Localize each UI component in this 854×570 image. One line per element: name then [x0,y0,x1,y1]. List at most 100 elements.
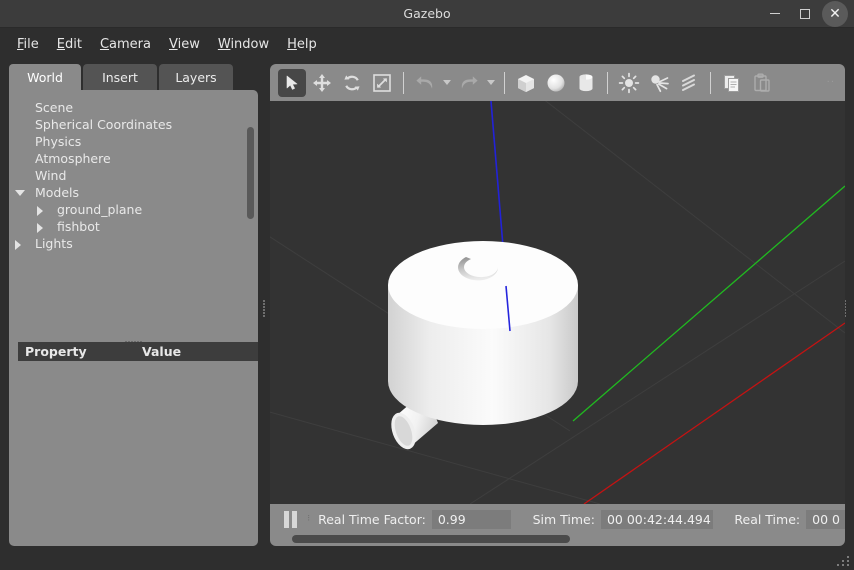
menu-edit[interactable]: Edit [48,34,91,55]
cursor-arrow-icon [283,74,301,92]
status-horizontal-scrollbar[interactable] [282,535,833,543]
box-icon [515,72,537,94]
tree-item-physics[interactable]: Physics [9,133,258,150]
gazebo-window: Gazebo ✕ File Edit Camera View Window He… [0,0,854,570]
value-column-header: Value [142,342,181,361]
tree-item-label: Models [35,184,79,201]
paste-icon [751,72,773,94]
window-resize-grip[interactable] [837,556,850,566]
rotate-arrows-icon [342,73,362,93]
directional-light-icon [678,72,700,94]
sphere-icon [545,72,567,94]
status-bar: ⁝ Real Time Factor: 0.99 Sim Time: 00 00… [270,504,845,546]
tab-layers[interactable]: Layers [159,64,233,90]
world-tree[interactable]: SceneSpherical CoordinatesPhysicsAtmosph… [9,99,258,259]
paste-button[interactable] [748,69,776,97]
maximize-button[interactable] [792,1,818,27]
tab-insert[interactable]: Insert [83,64,157,90]
3d-viewport[interactable] [270,101,845,504]
tree-scrollbar-thumb[interactable] [247,127,254,219]
chevron-down-icon [487,80,495,85]
status-drag-handle-icon: ⁝ [307,514,310,524]
undo-arrow-icon [415,73,435,93]
tab-world[interactable]: World [9,64,81,90]
tree-item-label: Lights [35,235,73,252]
copy-button[interactable] [718,69,746,97]
redo-arrow-icon [459,73,479,93]
close-button[interactable]: ✕ [822,1,848,27]
twisty-expanded-icon[interactable] [15,190,25,196]
tree-item-models[interactable]: Models [9,184,258,201]
copy-icon [721,72,743,94]
point-light-icon [618,72,640,94]
world-panel-body: SceneSpherical CoordinatesPhysicsAtmosph… [9,90,258,546]
undo-dropdown-button[interactable] [441,69,453,97]
sim-time-label: Sim Time: [533,512,595,527]
redo-dropdown-button[interactable] [485,69,497,97]
directional-light-button[interactable] [675,69,703,97]
tree-item-atmosphere[interactable]: Atmosphere [9,150,258,167]
status-scrollbar-thumb[interactable] [292,535,570,543]
title-bar: Gazebo ✕ [0,0,854,28]
pause-button[interactable] [280,508,301,530]
tree-item-lights[interactable]: Lights [9,235,258,252]
real-time-label: Real Time: [734,512,800,527]
point-light-button[interactable] [615,69,643,97]
toolbar-overflow-button[interactable]: ·· [827,77,835,88]
spot-light-button[interactable] [645,69,673,97]
menu-camera[interactable]: Camera [91,34,160,55]
window-title: Gazebo [0,0,854,27]
cylinder-icon [575,72,597,94]
tree-item-label: Wind [35,167,66,184]
insert-cylinder-button[interactable] [572,69,600,97]
twisty-collapsed-icon[interactable] [15,240,21,250]
property-column-header: Property [25,342,87,361]
rotate-mode-button[interactable] [338,69,366,97]
real-time-factor-label: Real Time Factor: [318,512,426,527]
undo-button[interactable] [411,69,439,97]
tree-vertical-scrollbar[interactable] [247,122,254,250]
window-controls: ✕ [762,0,848,27]
scale-mode-button[interactable] [368,69,396,97]
tree-item-scene[interactable]: Scene [9,99,258,116]
chevron-down-icon [443,80,451,85]
toolbar-separator-1 [403,72,404,94]
toolbar-separator-3 [607,72,608,94]
tree-item-spherical-coordinates[interactable]: Spherical Coordinates [9,116,258,133]
insert-box-button[interactable] [512,69,540,97]
minimize-button[interactable] [762,1,788,27]
tree-item-label: Scene [35,99,73,116]
tree-item-label: Spherical Coordinates [35,116,172,133]
real-time-value: 00 0 [806,510,845,529]
menu-window[interactable]: Window [209,34,278,55]
menu-file[interactable]: File [8,34,48,55]
translate-mode-button[interactable] [308,69,336,97]
twisty-collapsed-icon[interactable] [37,206,43,216]
menu-bar: File Edit Camera View Window Help [0,28,854,60]
tree-item-fishbot[interactable]: fishbot [9,218,258,235]
left-panel: World Insert Layers SceneSpherical Coord… [9,64,258,546]
toolbar-separator-2 [504,72,505,94]
move-arrows-icon [312,73,332,93]
tree-item-label: Physics [35,133,81,150]
redo-button[interactable] [455,69,483,97]
tree-item-label: fishbot [57,218,100,235]
tree-item-label: Atmosphere [35,150,111,167]
menu-view[interactable]: View [160,34,209,55]
property-table-header: Property Value [18,342,258,361]
tree-item-label: ground_plane [57,201,142,218]
panel-tabs: World Insert Layers [9,64,258,90]
menu-help[interactable]: Help [278,34,326,55]
tree-item-wind[interactable]: Wind [9,167,258,184]
real-time-factor-value: 0.99 [432,510,512,529]
twisty-collapsed-icon[interactable] [37,223,43,233]
sim-time-value: 00 00:42:44.494 [601,510,713,529]
minimize-icon [770,13,780,14]
close-icon: ✕ [829,7,841,21]
splitter-dots-vertical-icon [263,300,265,317]
tree-item-ground-plane[interactable]: ground_plane [9,201,258,218]
left-right-splitter[interactable] [260,297,268,319]
select-mode-button[interactable] [278,69,306,97]
render-toolbar: ·· [270,64,845,101]
insert-sphere-button[interactable] [542,69,570,97]
